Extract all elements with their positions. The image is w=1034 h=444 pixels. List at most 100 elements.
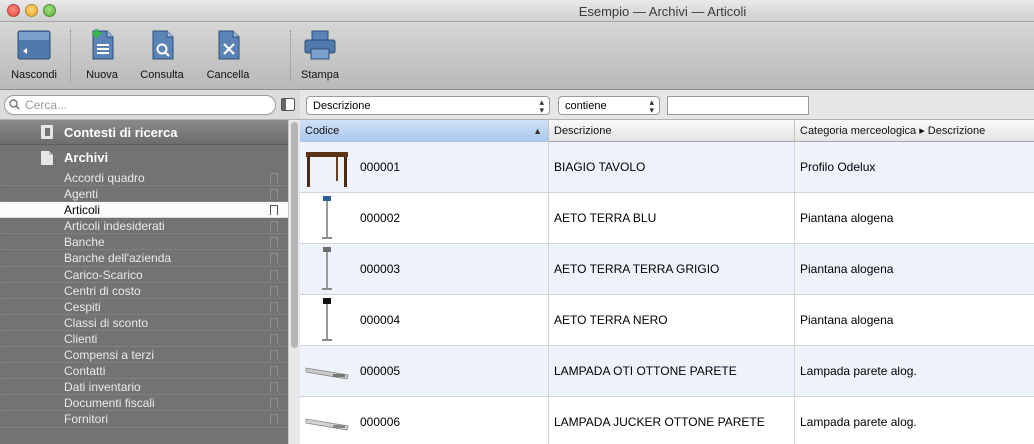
bookmark-icon[interactable]: [270, 333, 278, 344]
sidebar-item-label: Articoli: [64, 203, 101, 218]
bookmark-icon[interactable]: [270, 189, 278, 200]
bookmark-icon[interactable]: [270, 237, 278, 248]
bookmark-icon[interactable]: [270, 205, 278, 216]
bookmark-icon[interactable]: [270, 382, 278, 393]
print-button[interactable]: Stampa: [300, 28, 340, 81]
sidebar-item-label: Clienti: [64, 331, 98, 346]
column-header-categoria[interactable]: Categoria merceologica ▸ Descrizione: [795, 120, 1034, 142]
column-header-codice[interactable]: Codice ▲: [300, 120, 549, 142]
filter-value-input[interactable]: [667, 96, 809, 115]
view-label: Consulta: [140, 69, 184, 81]
sidebar-item-label: Articoli indesiderati: [64, 219, 165, 234]
filter-operator-select[interactable]: contiene ▴ ▾: [558, 96, 660, 115]
sidebar-item-compensi-terzi[interactable]: Compensi a terzi: [0, 347, 288, 364]
cell-codice: 000004: [300, 295, 549, 346]
sidebar-item-banche-azienda[interactable]: Banche dell'azienda: [0, 250, 288, 267]
table-row[interactable]: 000001 BIAGIO TAVOLO Profilo Odelux: [300, 142, 1034, 193]
bookmark-icon[interactable]: [270, 414, 278, 425]
table-row[interactable]: 000004 AETO TERRA NERO Piantana alogena: [300, 295, 1034, 346]
panel-toggle-icon[interactable]: [281, 98, 295, 111]
bookmark-icon[interactable]: [270, 173, 278, 183]
sidebar-item-centri-costo[interactable]: Centri di costo: [0, 283, 288, 299]
sidebar-item-dati-inventario[interactable]: Dati inventario: [0, 379, 288, 396]
sidebar-item-clienti[interactable]: Clienti: [0, 331, 288, 348]
zoom-window-button[interactable]: [43, 4, 56, 17]
cell-descrizione: BIAGIO TAVOLO: [549, 142, 795, 193]
codice-text: 000005: [360, 364, 401, 378]
sidebar-item-agenti[interactable]: Agenti: [0, 186, 288, 203]
hide-sidebar-button[interactable]: Nascondi: [6, 28, 62, 81]
minimize-window-button[interactable]: [25, 4, 38, 17]
table-row[interactable]: 000005 LAMPADA OTI OTTONE PARETE Lampada…: [300, 346, 1034, 397]
delete-button[interactable]: Cancella: [200, 28, 256, 81]
column-header-descrizione[interactable]: Descrizione: [549, 120, 795, 142]
filter-field-value: Descrizione: [313, 100, 371, 112]
select-arrows-icon: ▴ ▾: [649, 97, 654, 115]
sidebar-item-articoli-indesiderati[interactable]: Articoli indesiderati: [0, 218, 288, 235]
sidebar-scroll-thumb[interactable]: [291, 122, 298, 348]
search-input[interactable]: [4, 95, 276, 115]
sidebar-item-contatti[interactable]: Contatti: [0, 363, 288, 380]
codice-text: 000004: [360, 313, 401, 327]
search-bar: [0, 90, 300, 120]
sidebar-item-label: Classi di sconto: [64, 315, 149, 330]
sidebar-item-label: Banche dell'azienda: [64, 251, 172, 266]
cell-categoria: Lampada parete alog.: [800, 415, 917, 429]
sidebar-item-label: Agenti: [64, 187, 99, 202]
sidebar-item-label: Documenti fiscali: [64, 396, 155, 411]
floor-lamp-thumbnail: [322, 298, 332, 341]
codice-text: 000003: [360, 262, 401, 276]
sidebar-item-label: Dati inventario: [64, 380, 141, 395]
sidebar-item-fornitori[interactable]: Fornitori: [0, 411, 288, 428]
bookmark-icon[interactable]: [270, 301, 278, 312]
cell-codice: 000003: [300, 244, 549, 295]
sidebar-item-carico-scarico[interactable]: Carico-Scarico: [0, 267, 288, 283]
window-title: Esempio — Archivi — Articoli: [578, 4, 747, 19]
bookmark-icon[interactable]: [270, 285, 278, 296]
archive-icon: [41, 151, 53, 165]
new-button[interactable]: Nuova: [80, 28, 124, 81]
sidebar-hide-icon: [14, 28, 54, 62]
cell-descrizione: LAMPADA JUCKER OTTONE PARETE: [549, 397, 795, 444]
sidebar-scrollbar[interactable]: [288, 120, 300, 444]
table-row[interactable]: 000002 AETO TERRA BLU Piantana alogena: [300, 193, 1034, 244]
bookmark-icon[interactable]: [270, 221, 278, 232]
bookmark-icon[interactable]: [270, 317, 278, 328]
sidebar-item-classi-sconto[interactable]: Classi di sconto: [0, 315, 288, 331]
filter-field-select[interactable]: Descrizione ▴ ▾: [306, 96, 550, 115]
printer-icon: [300, 28, 340, 62]
filter-operator-value: contiene: [565, 100, 607, 112]
sidebar-item-label: Cespiti: [64, 299, 101, 314]
sidebar-item-cespiti[interactable]: Cespiti: [0, 299, 288, 315]
codice-text: 000002: [360, 211, 401, 225]
table-thumbnail: [306, 152, 348, 187]
section-label: Archivi: [64, 150, 109, 165]
sidebar-item-documenti-fiscali[interactable]: Documenti fiscali: [0, 395, 288, 412]
table-header: Codice ▲ Descrizione Categoria merceolog…: [300, 120, 1034, 142]
search-icon: [9, 99, 20, 110]
cell-categoria: Piantana alogena: [800, 211, 894, 225]
sidebar-section-archivi[interactable]: Archivi: [0, 146, 288, 170]
sidebar: Contesti di ricerca Archivi Accordi quad…: [0, 120, 300, 444]
delete-document-icon: [208, 28, 248, 62]
bookmark-icon[interactable]: [270, 269, 278, 280]
bookmark-icon[interactable]: [270, 398, 278, 409]
bookmark-icon[interactable]: [270, 366, 278, 377]
toolbar-separator: [70, 30, 71, 82]
sidebar-item-banche[interactable]: Banche: [0, 234, 288, 251]
new-document-icon: [82, 28, 122, 62]
table-row[interactable]: 000006 LAMPADA JUCKER OTTONE PARETE Lamp…: [300, 397, 1034, 444]
view-button[interactable]: Consulta: [134, 28, 190, 81]
codice-text: 000001: [360, 160, 401, 174]
table-row[interactable]: 000003 AETO TERRA TERRA GRIGIO Piantana …: [300, 244, 1034, 295]
cell-descrizione: AETO TERRA BLU: [549, 193, 795, 244]
sidebar-item-accordi-quadro[interactable]: Accordi quadro: [0, 170, 288, 187]
sidebar-section-contesti[interactable]: Contesti di ricerca: [0, 120, 288, 145]
bookmark-icon[interactable]: [270, 253, 278, 264]
cell-categoria: Profilo Odelux: [800, 160, 876, 174]
close-window-button[interactable]: [7, 4, 20, 17]
hide-sidebar-label: Nascondi: [11, 69, 57, 81]
section-label: Contesti di ricerca: [64, 125, 178, 140]
sidebar-item-articoli[interactable]: Articoli: [0, 202, 288, 219]
bookmark-icon[interactable]: [270, 350, 278, 361]
